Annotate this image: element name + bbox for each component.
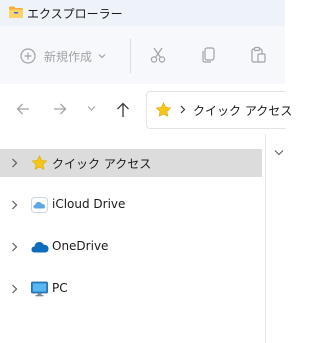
up-arrow-icon[interactable]: [115, 101, 131, 118]
cut-icon[interactable]: [149, 46, 167, 64]
address-bar[interactable]: クイック アクセス: [146, 91, 292, 129]
star-icon: [155, 102, 172, 117]
tree-item-pc[interactable]: PC: [0, 275, 262, 303]
plus-circle-icon: [20, 48, 36, 64]
title-bar: エクスプローラー: [0, 0, 285, 26]
copy-icon[interactable]: [200, 46, 218, 64]
chevron-down-icon: [98, 54, 106, 59]
navigation-bar: クイック アクセス: [0, 84, 292, 134]
tree-item-icloud-drive[interactable]: iCloud Drive: [0, 191, 262, 219]
icloud-icon: [31, 197, 48, 213]
recent-dropdown-icon[interactable]: [87, 105, 96, 112]
navigation-pane: クイック アクセス iCloud Drive OneDrive PC: [0, 134, 265, 343]
window-title: エクスプローラー: [27, 7, 123, 21]
onedrive-cloud-icon: [31, 242, 49, 253]
new-button-label: 新規作成: [44, 49, 93, 64]
folder-icon: [9, 6, 23, 18]
star-icon: [31, 155, 48, 170]
chevron-right-icon[interactable]: [180, 105, 186, 114]
tree-item-label: PC: [52, 281, 68, 295]
back-arrow-icon[interactable]: [15, 101, 31, 117]
expand-chevron-icon[interactable]: [11, 242, 18, 252]
chevron-down-icon[interactable]: [274, 149, 284, 156]
tree-item-label: クイック アクセス: [52, 157, 152, 171]
tree-item-label: OneDrive: [52, 239, 109, 253]
expand-chevron-icon[interactable]: [11, 158, 18, 168]
ribbon-separator: [130, 39, 131, 73]
tree-item-label: iCloud Drive: [52, 197, 126, 211]
forward-arrow-icon[interactable]: [52, 101, 68, 117]
address-path[interactable]: クイック アクセス: [193, 102, 292, 119]
tree-item-quick-access[interactable]: クイック アクセス: [0, 149, 262, 177]
monitor-icon: [31, 281, 48, 297]
expand-chevron-icon[interactable]: [11, 284, 18, 294]
expand-chevron-icon[interactable]: [11, 200, 18, 210]
command-bar: 新規作成: [0, 26, 285, 85]
new-button[interactable]: 新規作成: [20, 45, 114, 67]
tree-item-onedrive[interactable]: OneDrive: [0, 233, 262, 261]
pane-splitter[interactable]: [265, 134, 266, 343]
paste-icon[interactable]: [249, 46, 267, 64]
